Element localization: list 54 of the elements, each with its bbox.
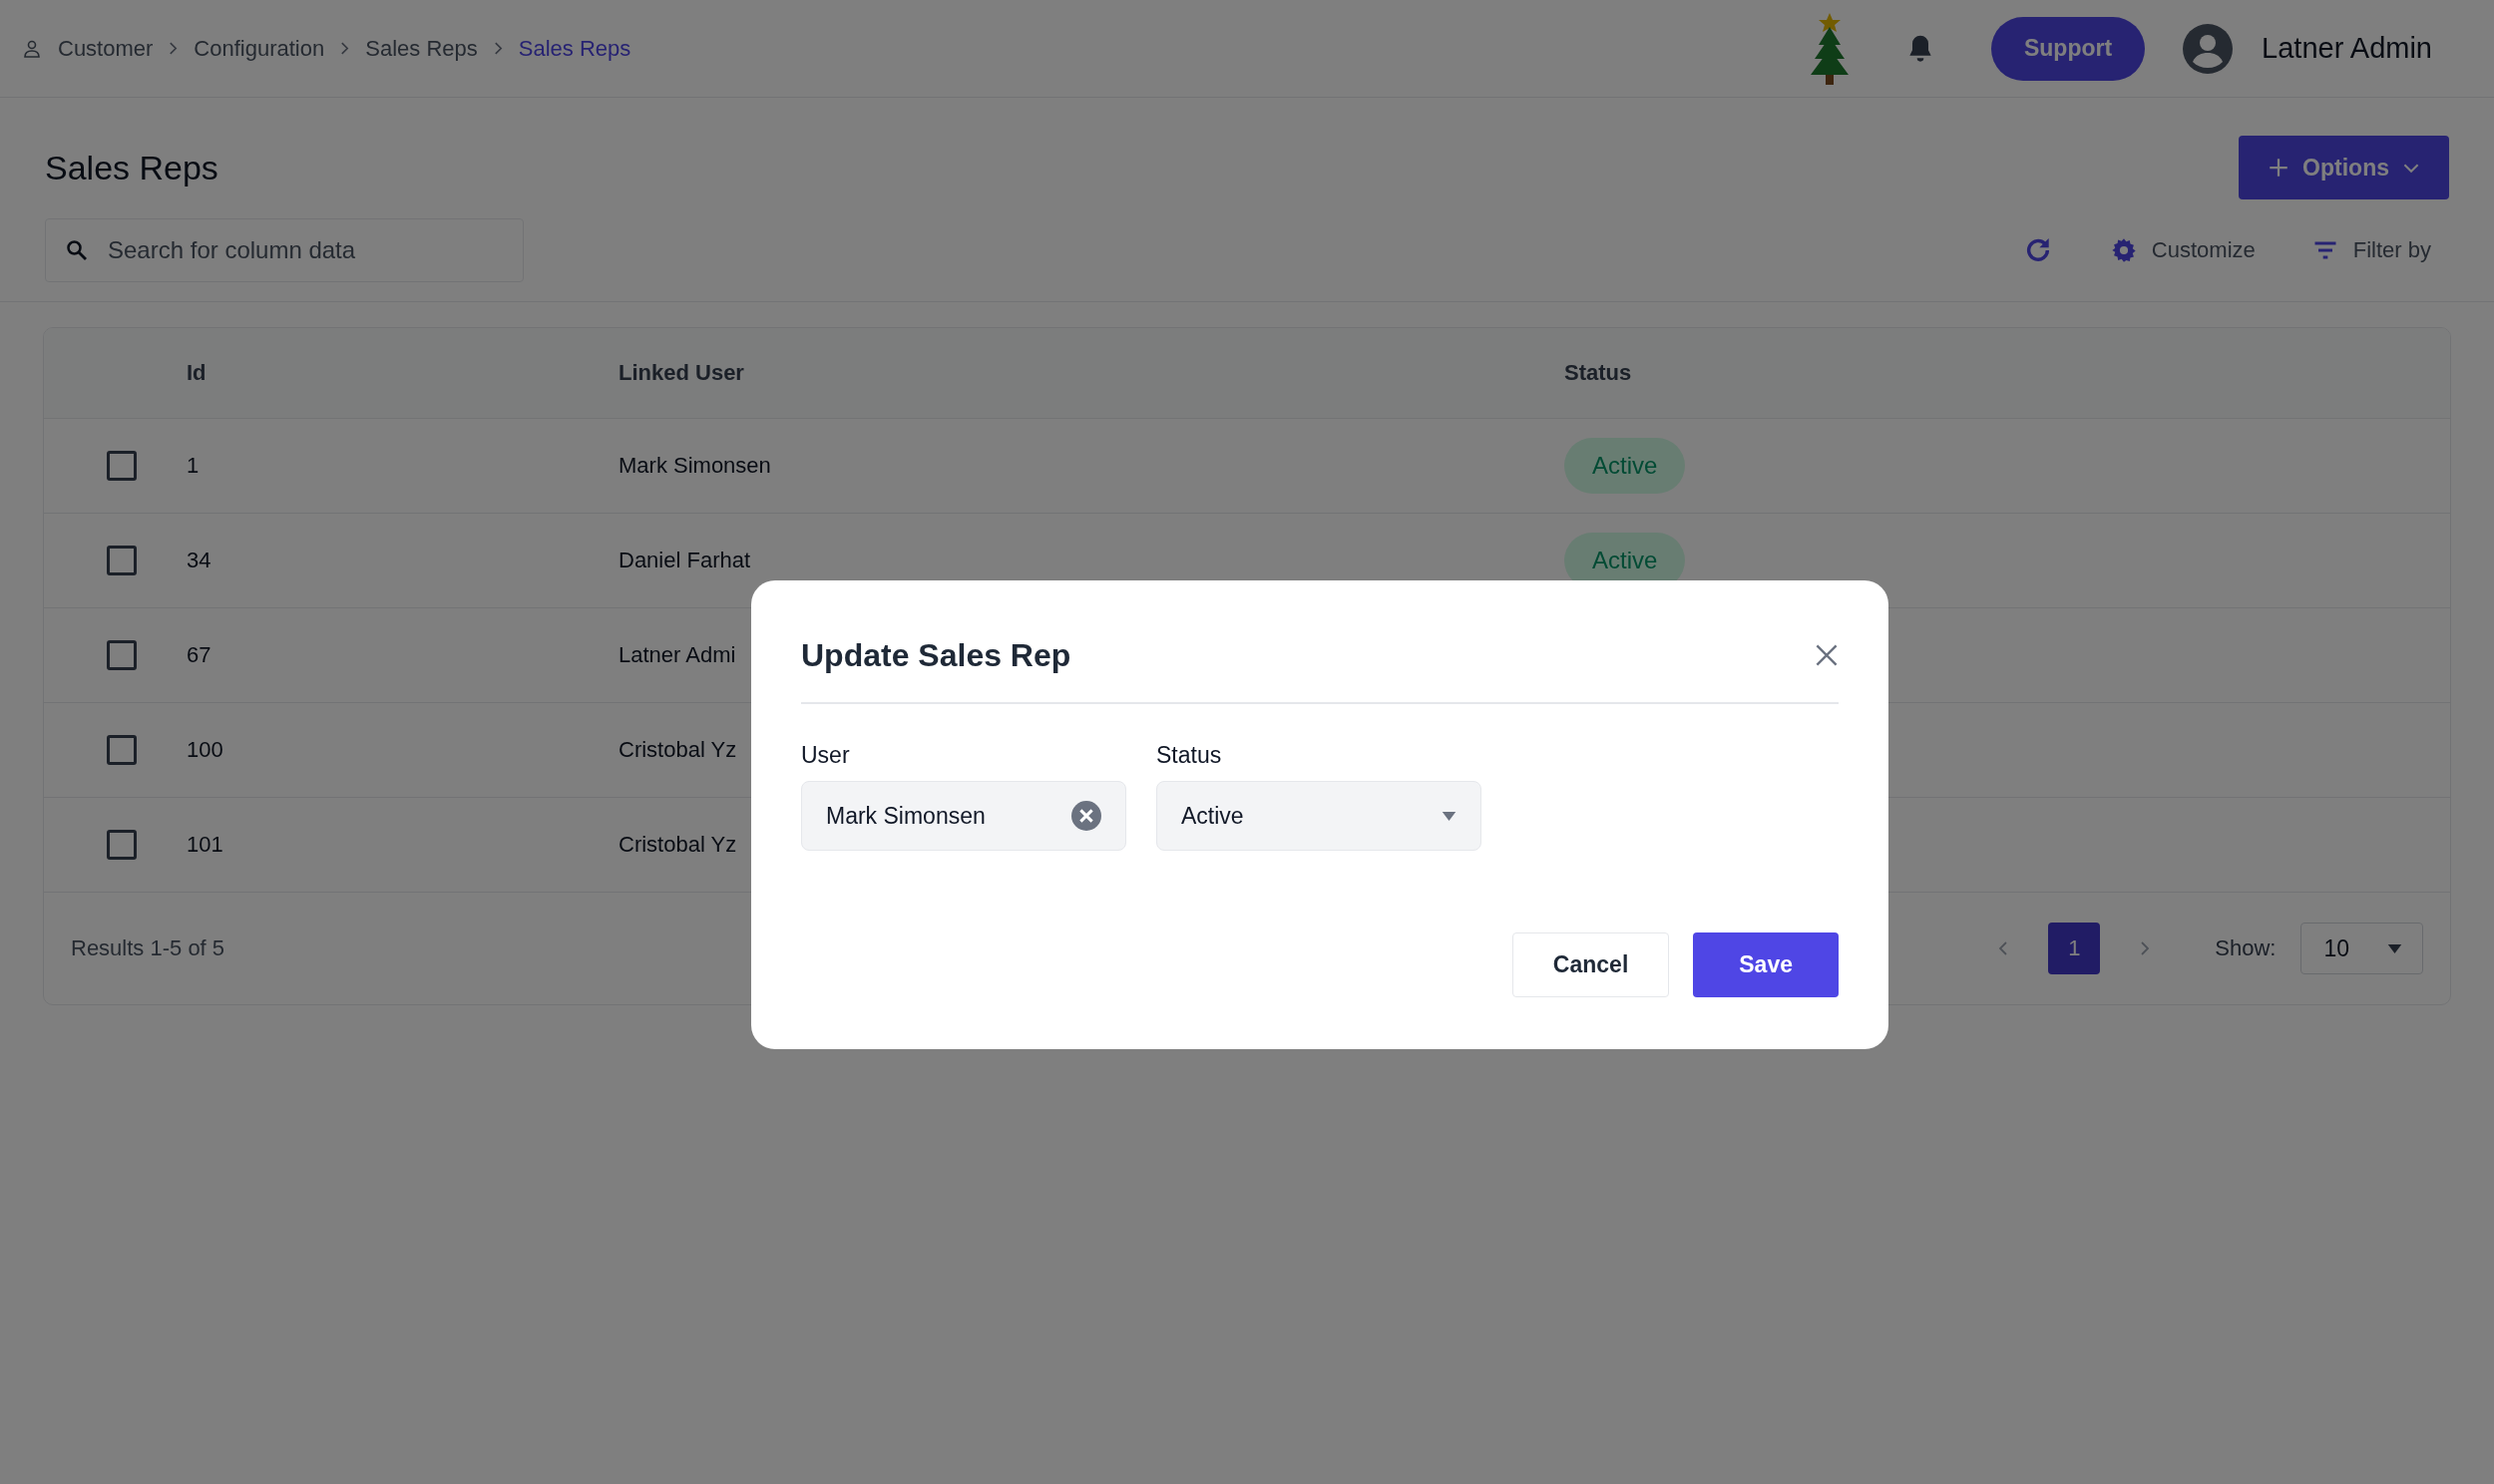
table-cell: 34 [187,548,211,573]
table-cell: 1 [187,453,200,479]
show-label: Show: [2215,935,2277,961]
row-checkbox[interactable] [106,640,137,670]
support-button[interactable]: Support [1990,16,2146,81]
search-icon [65,238,89,262]
table-cell: Cristobal Yz [619,832,737,858]
search-field[interactable]: Search for column data [45,218,524,282]
chevron-right-icon [493,42,503,55]
breadcrumb-link[interactable]: Configuration [194,35,325,62]
customize-button[interactable]: Customize [2109,236,2256,264]
christmas-tree-icon [1809,12,1850,85]
caret-icon [2387,943,2402,953]
row-checkbox[interactable] [106,546,137,575]
person-icon [22,38,42,59]
plus-icon [2269,158,2289,178]
table-cell: Latner Admi [619,642,736,668]
column-header: Status [1564,360,1633,386]
cancel-button[interactable]: Cancel [1511,932,1670,997]
table-cell: 67 [187,642,211,668]
row-checkbox[interactable] [106,451,137,481]
table-cell: Daniel Farhat [619,548,751,573]
page-size-select[interactable]: 10 [2300,923,2423,974]
modal-title: Update Sales Rep [801,636,1071,674]
table-cell: Cristobal Yz [619,737,737,763]
status-badge: Active [1564,438,1686,494]
filter-button[interactable]: Filter by [2310,236,2431,264]
row-checkbox[interactable] [106,735,137,765]
chevron-right-icon [340,42,350,55]
breadcrumb-link[interactable]: Sales Reps [518,35,631,62]
close-icon[interactable] [1815,643,1839,667]
avatar-icon [2183,23,2234,74]
page-title: Sales Reps [45,148,218,187]
clear-icon[interactable] [1071,801,1101,831]
options-button[interactable]: Options [2239,136,2449,199]
table-cell: Mark Simonsen [619,453,771,479]
save-button[interactable]: Save [1693,932,1839,997]
user-field[interactable]: Mark Simonsen [801,781,1126,851]
breadcrumb-link[interactable]: Customer [58,35,154,62]
field-label: User [801,742,851,769]
chevron-right-icon [169,42,179,55]
user-name: Latner Admin [2262,32,2432,65]
caret-icon [1442,811,1456,821]
table-cell: 100 [187,737,223,763]
column-header: Id [187,360,208,386]
page-button[interactable]: 1 [2048,923,2101,974]
field-label: Status [1156,742,1223,769]
column-header: Linked User [619,360,745,386]
status-select[interactable]: Active [1156,781,1481,851]
row-checkbox[interactable] [106,830,137,860]
chevron-down-icon [2403,162,2419,174]
breadcrumb-link[interactable]: Sales Reps [365,35,478,62]
table-cell: 101 [187,832,223,858]
results-count: Results 1-5 of 5 [71,935,225,961]
